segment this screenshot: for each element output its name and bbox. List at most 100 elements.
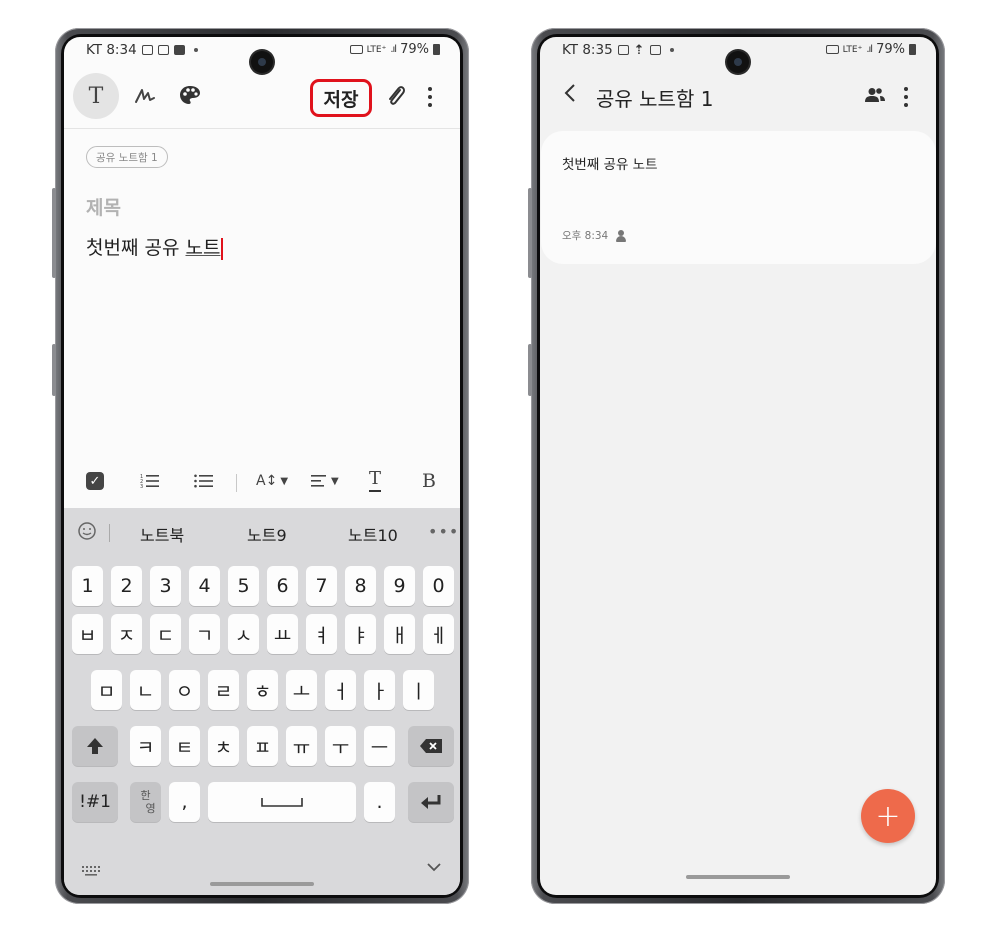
period-key[interactable]: . [364, 782, 395, 822]
chevron-down-icon[interactable] [426, 858, 442, 877]
align-icon[interactable]: ▼ [311, 466, 339, 496]
key[interactable]: ㅂ [72, 614, 103, 654]
attach-icon[interactable] [382, 81, 410, 111]
people-icon[interactable] [865, 87, 887, 107]
person-icon [616, 229, 627, 242]
checkbox-icon[interactable]: ✓ [86, 466, 104, 496]
key[interactable]: ㅕ [306, 614, 337, 654]
key[interactable]: ㅅ [228, 614, 259, 654]
key[interactable]: ㅎ [247, 670, 278, 710]
key[interactable]: ㅑ [345, 614, 376, 654]
dropdown-arrow-icon: ▼ [331, 475, 339, 487]
key[interactable]: 1 [72, 566, 103, 606]
key[interactable]: 8 [345, 566, 376, 606]
note-title: 첫번째 공유 노트 [562, 157, 658, 173]
symbols-key[interactable]: !#1 [72, 782, 118, 822]
key[interactable]: ㄹ [208, 670, 239, 710]
key[interactable]: ㅋ [130, 726, 161, 766]
more-notifications-icon [193, 48, 198, 52]
gallery-notification-icon [617, 45, 629, 55]
battery-icon [433, 44, 440, 55]
comma-key[interactable]: , [169, 782, 200, 822]
title-input[interactable]: 제목 [86, 193, 121, 220]
key[interactable]: 2 [111, 566, 142, 606]
text-size-label: A↕ [256, 473, 278, 489]
add-icon[interactable]: + [861, 789, 915, 843]
key[interactable]: 5 [228, 566, 259, 606]
key[interactable]: ㅡ [364, 726, 395, 766]
key[interactable]: ㄱ [189, 614, 220, 654]
language-key-top: 한 [140, 789, 151, 802]
key[interactable]: ㅠ [286, 726, 317, 766]
key[interactable]: ㅔ [423, 614, 454, 654]
bullet-list-icon[interactable] [194, 466, 214, 496]
key[interactable]: ㅏ [364, 670, 395, 710]
more-icon[interactable] [904, 83, 908, 107]
back-icon[interactable] [564, 83, 576, 109]
signal-icon: .ıl [866, 44, 873, 55]
key[interactable]: ㅍ [247, 726, 278, 766]
editor-toolbar: T 저장 [64, 69, 460, 127]
more-suggestions-icon[interactable]: ••• [428, 522, 459, 541]
youtube-notification-icon [173, 45, 185, 55]
key[interactable]: ㅐ [384, 614, 415, 654]
save-button[interactable]: 저장 [310, 79, 372, 117]
key[interactable]: ㅁ [91, 670, 122, 710]
numbered-list-icon[interactable]: 123 [140, 466, 160, 496]
note-body-input[interactable]: 첫번째 공유 노트 [86, 233, 223, 260]
key[interactable]: 3 [150, 566, 181, 606]
format-bar: ✓ 123 A↕ ▼ ▼ T B [64, 454, 460, 508]
side-button [528, 344, 532, 396]
key[interactable]: 6 [267, 566, 298, 606]
network-type: LTE⁺ [842, 44, 863, 55]
shift-icon[interactable] [72, 726, 118, 766]
key[interactable]: 0 [423, 566, 454, 606]
space-key[interactable] [208, 782, 356, 822]
backspace-icon[interactable] [408, 726, 454, 766]
key[interactable]: ㅈ [111, 614, 142, 654]
battery-percent: 79% [400, 42, 429, 57]
suggestion-bar: 노트북 노트9 노트10 ••• [64, 508, 460, 556]
suggestion-item[interactable]: 노트10 [348, 522, 398, 546]
key[interactable]: ㅌ [169, 726, 200, 766]
language-key-bottom: 영 [145, 802, 156, 815]
font-color-icon[interactable]: T [369, 466, 382, 492]
key[interactable]: ㅇ [169, 670, 200, 710]
enter-icon[interactable] [408, 782, 454, 822]
key[interactable]: ㄴ [130, 670, 161, 710]
svg-text:3: 3 [140, 484, 143, 489]
suggestion-item[interactable]: 노트북 [140, 522, 184, 546]
key[interactable]: ㅓ [325, 670, 356, 710]
note-editor-screen: KT 8:34 LTE⁺ .ıl 79% T 저장 공유 노트함 1 제목 첫번… [64, 37, 460, 895]
side-button [52, 344, 56, 396]
keyboard-icon[interactable] [82, 861, 102, 880]
suggestion-item[interactable]: 노트9 [247, 522, 287, 546]
language-key[interactable]: 한 영 [130, 782, 161, 822]
folder-chip[interactable]: 공유 노트함 1 [86, 146, 168, 168]
composing-text: 노트 [185, 237, 221, 259]
body-text: 첫번째 공유 [86, 237, 186, 259]
key[interactable]: ㄷ [150, 614, 181, 654]
key[interactable]: ㅣ [403, 670, 434, 710]
key[interactable]: ㅛ [267, 614, 298, 654]
bold-icon[interactable]: B [422, 466, 436, 496]
palette-icon[interactable] [176, 81, 204, 109]
phone-frame-right: KT 8:35 ⇡ LTE⁺ .ıl 79% 공유 노트함 1 첫번째 공유 노… [528, 28, 945, 904]
suggestion-separator [109, 524, 110, 542]
key[interactable]: ㅊ [208, 726, 239, 766]
pen-icon[interactable] [132, 83, 158, 109]
text-mode-button[interactable]: T [73, 73, 119, 119]
key[interactable]: 7 [306, 566, 337, 606]
more-notifications-icon [669, 48, 674, 52]
note-card[interactable]: 첫번째 공유 노트 오후 8:34 [541, 131, 936, 264]
more-icon[interactable] [420, 83, 440, 111]
hd-voice-icon [349, 45, 363, 54]
key[interactable]: ㅜ [325, 726, 356, 766]
home-indicator[interactable] [210, 882, 314, 886]
key[interactable]: 4 [189, 566, 220, 606]
emoji-icon[interactable] [76, 520, 98, 546]
home-indicator[interactable] [686, 875, 790, 879]
key[interactable]: ㅗ [286, 670, 317, 710]
text-size-icon[interactable]: A↕ ▼ [256, 466, 288, 496]
key[interactable]: 9 [384, 566, 415, 606]
